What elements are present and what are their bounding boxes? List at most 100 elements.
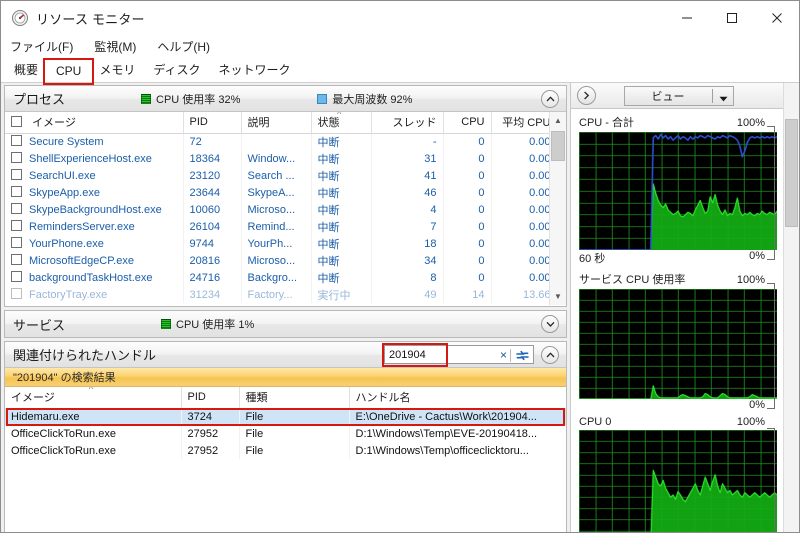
processes-collapse-chevron-up-icon[interactable]: [541, 90, 559, 108]
row-state: 中断: [311, 218, 372, 235]
view-caret-down-icon[interactable]: [719, 93, 728, 105]
menu-file[interactable]: ファイル(F): [10, 38, 73, 55]
table-row[interactable]: FactoryTray.exe 31234 Factory... 実行中 49 14 13.…: [5, 286, 549, 303]
services-cpu-usage-label: CPU 使用率 1%: [176, 319, 255, 331]
search-clear-close-x-icon[interactable]: ×: [500, 349, 507, 361]
row-desc: SkypeA...: [241, 184, 312, 201]
graph-collapse-chevron-right-icon[interactable]: [577, 86, 596, 105]
row-pid: 27952: [181, 425, 240, 442]
row-checkbox[interactable]: [11, 135, 22, 147]
table-row[interactable]: SkypeBackgroundHost.exe 10060 Microso... 中断…: [5, 201, 549, 218]
scroll-up-arrow-icon[interactable]: ▲: [550, 112, 566, 129]
view-button[interactable]: ビュー: [624, 85, 734, 106]
row-type: File: [239, 442, 350, 459]
processes-col-pid[interactable]: PID: [183, 112, 242, 134]
row-state: 中断: [311, 167, 372, 184]
processes-col-description[interactable]: 説明: [241, 112, 312, 134]
select-all-checkbox[interactable]: [11, 116, 22, 128]
minimize-button[interactable]: [664, 1, 709, 35]
processes-col-image[interactable]: イメージ: [5, 112, 184, 134]
graph-cpu-0-title: CPU 0: [579, 416, 612, 428]
services-expand-chevron-down-icon[interactable]: [541, 315, 559, 333]
handles-col-image[interactable]: ^ イメージ: [5, 387, 182, 409]
row-avg: 0.00: [491, 269, 549, 286]
menu-monitor[interactable]: 監視(M): [94, 38, 136, 55]
tab-cpu[interactable]: CPU: [43, 58, 95, 85]
handles-col-pid[interactable]: PID: [181, 387, 240, 409]
row-checkbox[interactable]: [11, 169, 22, 180]
search-divider: [510, 349, 511, 362]
table-row[interactable]: MicrosoftEdgeCP.exe 20816 Microso... 中断 34 0 0…: [5, 252, 549, 269]
row-avg: 0.00: [491, 201, 549, 218]
tab-bar: 概要 CPU メモリ ディスク ネットワーク: [1, 57, 799, 85]
blue-swatch-icon: [317, 93, 328, 104]
processes-col-status[interactable]: ^ 状態: [311, 112, 372, 134]
table-row[interactable]: SkypeApp.exe 23644 SkypeA... 中断 46 0 0.00: [5, 184, 549, 201]
processes-panel-header[interactable]: プロセス CPU 使用率 32% 最大周波数 92%: [5, 86, 566, 112]
graph-cpu-total-ymin: 0%: [749, 250, 765, 262]
processes-scroll-thumb[interactable]: [551, 131, 565, 161]
row-cpu: 0: [443, 133, 492, 150]
row-checkbox[interactable]: [11, 237, 22, 248]
table-row[interactable]: Secure System 72 中断 -0 0.00: [5, 133, 549, 150]
row-desc: Backgro...: [241, 269, 312, 286]
table-row[interactable]: Hidemaru.exe 3724 File E:\OneDrive - Cac…: [5, 408, 566, 425]
row-image-cell: YourPhone.exe: [5, 235, 184, 252]
table-row[interactable]: YourPhone.exe 9744 YourPh... 中断 18 0 0.00: [5, 235, 549, 252]
menu-help[interactable]: ヘルプ(H): [157, 38, 210, 55]
handles-col-type[interactable]: 種類: [239, 387, 350, 409]
row-checkbox[interactable]: [11, 186, 22, 197]
processes-table: イメージ PID 説明 ^ 状態 スレッド CPU 平均 CPU Secure …: [5, 112, 549, 303]
table-row[interactable]: OfficeClickToRun.exe 27952 File D:1\Wind…: [5, 442, 566, 459]
search-refresh-icon[interactable]: [515, 349, 530, 365]
search-input[interactable]: 201904 ×: [382, 343, 534, 367]
handles-collapse-chevron-up-icon[interactable]: [541, 346, 559, 364]
graph-vertical-scrollbar[interactable]: [783, 83, 799, 532]
row-pid: 26104: [183, 218, 242, 235]
tab-memory[interactable]: メモリ: [90, 58, 144, 82]
processes-col-threads[interactable]: スレッド: [371, 112, 444, 134]
graph-panel: ビュー CPU - 合計 100% 60 秒 0% サービス CPU 使用率 1…: [571, 83, 783, 532]
services-panel: サービス CPU 使用率 1%: [4, 310, 567, 338]
row-threads: 46: [371, 184, 444, 201]
graph-scroll-thumb[interactable]: [785, 119, 798, 227]
table-row[interactable]: ShellExperienceHost.exe 18364 Window... 中断 3…: [5, 150, 549, 167]
row-avg: 0.00: [491, 252, 549, 269]
row-checkbox[interactable]: [11, 288, 22, 299]
table-row[interactable]: backgroundTaskHost.exe 24716 Backgro... 中断 8…: [5, 269, 549, 286]
table-row[interactable]: SearchUI.exe 23120 Search ... 中断 41 0 0.00: [5, 167, 549, 184]
processes-panel: プロセス CPU 使用率 32% 最大周波数 92% イメージ PID 説明 ^…: [4, 85, 567, 307]
row-pid: 72: [183, 133, 242, 150]
main-content: プロセス CPU 使用率 32% 最大周波数 92% イメージ PID 説明 ^…: [1, 83, 799, 532]
row-checkbox[interactable]: [11, 203, 22, 214]
row-checkbox[interactable]: [11, 254, 22, 265]
processes-col-cpu[interactable]: CPU: [443, 112, 492, 134]
graph-service-cpu-axis-bracket: [767, 283, 775, 409]
processes-col-avg-cpu[interactable]: 平均 CPU: [491, 112, 549, 134]
maximize-button[interactable]: [709, 1, 754, 35]
graph-service-cpu-ymin: 0%: [749, 399, 765, 411]
row-checkbox[interactable]: [11, 220, 22, 231]
row-image-cell: MicrosoftEdgeCP.exe: [5, 252, 184, 269]
processes-table-wrap: イメージ PID 説明 ^ 状態 スレッド CPU 平均 CPU Secure …: [5, 112, 566, 305]
tab-network[interactable]: ネットワーク: [210, 58, 300, 82]
row-type: File: [239, 408, 350, 425]
row-cpu: 14: [443, 286, 492, 303]
close-button[interactable]: [754, 1, 799, 35]
services-panel-header[interactable]: サービス CPU 使用率 1%: [5, 311, 566, 337]
table-row[interactable]: OfficeClickToRun.exe 27952 File D:1\Wind…: [5, 425, 566, 442]
scroll-down-arrow-icon[interactable]: ▼: [550, 288, 566, 305]
handles-col-handle-name[interactable]: ハンドル名: [349, 387, 566, 409]
row-checkbox[interactable]: [11, 271, 22, 282]
row-checkbox[interactable]: [11, 152, 22, 163]
processes-vertical-scrollbar[interactable]: ▲ ▼: [549, 112, 566, 305]
graph-service-cpu-ymax: 100%: [736, 274, 765, 286]
graph-cpu-total-plot: [579, 132, 777, 250]
tab-overview[interactable]: 概要: [5, 58, 47, 82]
table-row[interactable]: RemindersServer.exe 26104 Remind... 中断 7 0 0.0…: [5, 218, 549, 235]
row-avg: 0.00: [491, 150, 549, 167]
row-threads: 8: [371, 269, 444, 286]
row-threads: 49: [371, 286, 444, 303]
window-title: リソース モニター: [36, 11, 145, 27]
tab-disk[interactable]: ディスク: [144, 58, 209, 82]
